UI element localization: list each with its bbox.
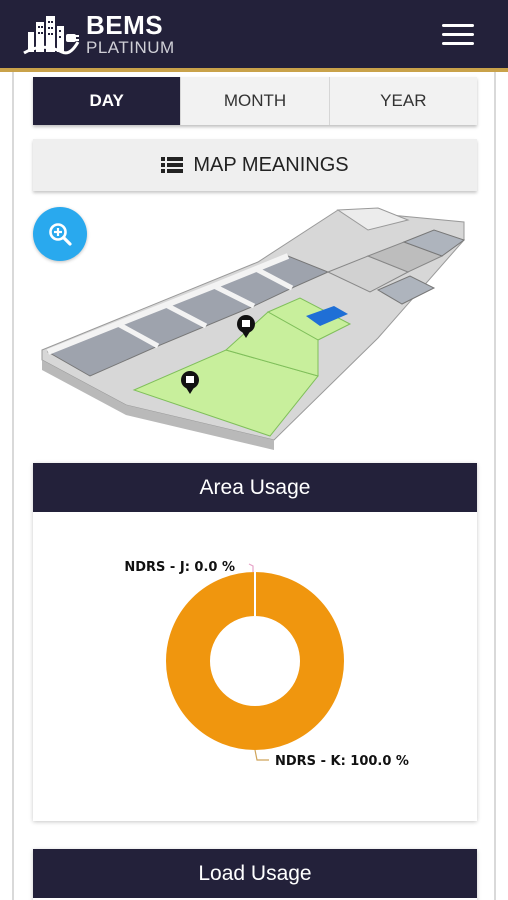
tab-month[interactable]: MONTH (181, 77, 330, 125)
app-header: BEMS PLATINUM (0, 0, 508, 72)
list-icon (161, 157, 184, 173)
map-meanings-label: MAP MEANINGS (193, 153, 349, 176)
load-usage-title: Load Usage (33, 849, 477, 898)
donut-leader-line (254, 749, 269, 761)
brand: BEMS PLATINUM (86, 12, 175, 57)
area-usage-title: Area Usage (33, 463, 477, 512)
zoom-in-icon (49, 223, 72, 246)
donut-leader-line (248, 563, 254, 572)
brand-title: BEMS (86, 10, 164, 40)
tab-year[interactable]: YEAR (329, 77, 477, 125)
period-tabs: DAY MONTH YEAR (33, 77, 477, 125)
area-usage-card: Area Usage NDRS - J: 0.0 % NDRS - K: 100.… (33, 463, 477, 821)
brand-subtitle: PLATINUM (86, 38, 175, 57)
donut-data-label: NDRS - K: 100.0 % (275, 754, 409, 769)
donut-data-label: NDRS - J: 0.0 % (124, 560, 235, 575)
load-usage-card: Load Usage (33, 849, 477, 900)
hamburger-menu-icon[interactable] (442, 24, 474, 48)
zoom-in-button[interactable] (33, 207, 87, 261)
floor-plan-3d[interactable] (38, 200, 470, 462)
tab-day[interactable]: DAY (33, 77, 182, 125)
map-meanings-button[interactable]: MAP MEANINGS (33, 139, 477, 191)
area-usage-donut-chart: NDRS - J: 0.0 % NDRS - K: 100.0 % (124, 560, 409, 769)
building-plug-logo (23, 16, 80, 55)
